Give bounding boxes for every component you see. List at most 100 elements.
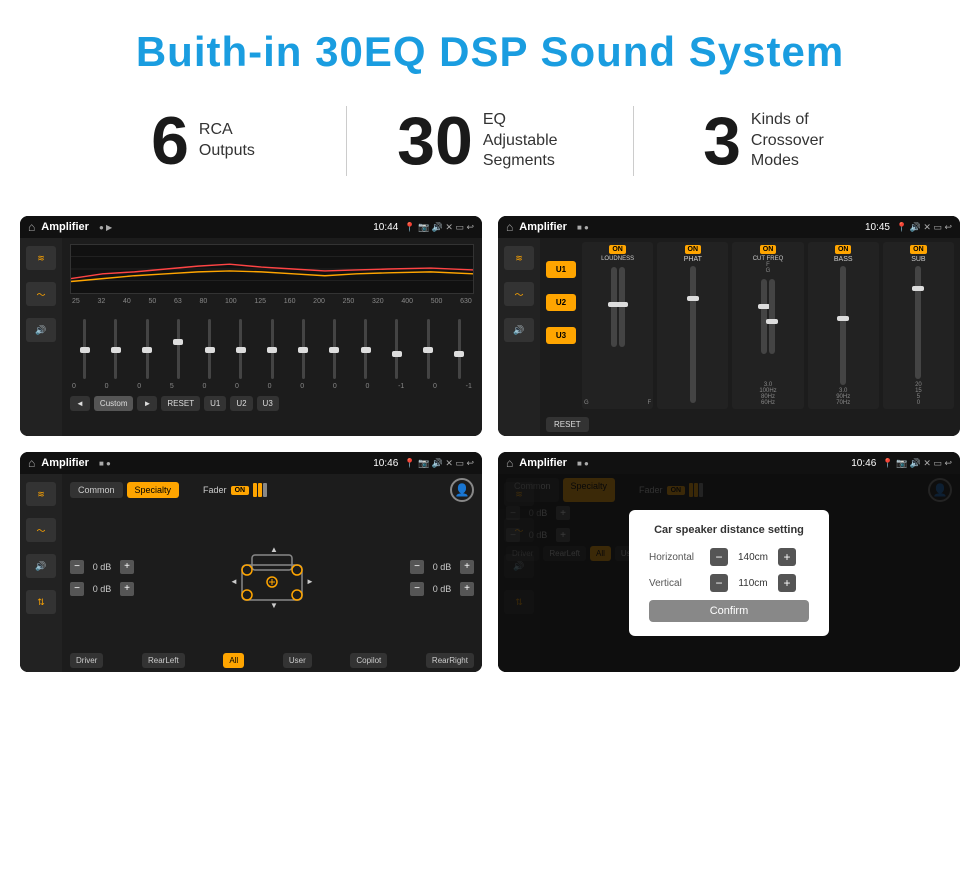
eq-u3-button[interactable]: U3 bbox=[257, 396, 279, 411]
amp-reset-button[interactable]: RESET bbox=[546, 417, 589, 432]
vol-minus-br[interactable]: − bbox=[410, 582, 424, 596]
status-icons-2: 📍 🔊 ✕ ▭ ↩ bbox=[896, 222, 952, 233]
right-vols: − 0 dB + − 0 dB + bbox=[410, 505, 474, 650]
eq-next-button[interactable]: ► bbox=[137, 396, 157, 411]
channel-cutfreq: ON CUT FREQ FG 3.0100Hz80Hz60H bbox=[732, 242, 803, 409]
stat-number-eq: 30 bbox=[397, 107, 473, 175]
loudness-slider-r[interactable] bbox=[619, 267, 625, 347]
app-name-3: Amplifier bbox=[41, 457, 89, 469]
eq-slider-3[interactable] bbox=[132, 319, 161, 379]
eq-bottom-controls: ◄ Custom ► RESET U1 U2 U3 bbox=[70, 396, 474, 411]
status-bar-3: ⌂ Amplifier ■ ● 10:46 📍 📷 🔊 ✕ ▭ ↩ bbox=[20, 452, 482, 474]
channel-sub-label: SUB bbox=[911, 256, 925, 263]
speaker-icon[interactable]: 🔊 bbox=[26, 318, 56, 342]
mixer-content: Common Specialty Fader ON 👤 bbox=[62, 474, 482, 672]
vol-plus-br[interactable]: + bbox=[460, 582, 474, 596]
arrows-icon-3[interactable]: ⇅ bbox=[26, 590, 56, 614]
loudness-scale: GF bbox=[584, 400, 651, 406]
eq-slider-11[interactable] bbox=[382, 319, 411, 379]
eq-icon-3[interactable]: ≋ bbox=[26, 482, 56, 506]
stat-text-crossover: Kinds of Crossover Modes bbox=[751, 110, 851, 172]
eq-slider-8[interactable] bbox=[289, 319, 318, 379]
vol-minus-tl[interactable]: − bbox=[70, 560, 84, 574]
eq-slider-5[interactable] bbox=[195, 319, 224, 379]
cutfreq-slider-r[interactable] bbox=[769, 279, 775, 354]
eq-slider-10[interactable] bbox=[351, 319, 380, 379]
eq-slider-12[interactable] bbox=[414, 319, 443, 379]
specialty-tab[interactable]: Specialty bbox=[127, 482, 180, 498]
bass-slider[interactable] bbox=[840, 266, 846, 385]
eq-icon[interactable]: ≋ bbox=[26, 246, 56, 270]
wave-icon[interactable]: 〜 bbox=[26, 282, 56, 306]
user-button[interactable]: User bbox=[283, 653, 312, 668]
distance-dialog: Car speaker distance setting Horizontal … bbox=[629, 510, 829, 636]
rearright-button[interactable]: RearRight bbox=[426, 653, 474, 668]
sub-slider[interactable] bbox=[915, 266, 921, 379]
vol-item-tr: − 0 dB + bbox=[410, 560, 474, 574]
loudness-slider-l[interactable] bbox=[611, 267, 617, 347]
eq-main: 2532405063 80100125160200 25032040050063… bbox=[62, 238, 482, 436]
eq-u2-button[interactable]: U2 bbox=[230, 396, 252, 411]
on-badge-sub: ON bbox=[910, 245, 927, 254]
eq-slider-6[interactable] bbox=[226, 319, 255, 379]
vol-plus-tl[interactable]: + bbox=[120, 560, 134, 574]
horizontal-plus[interactable]: + bbox=[778, 548, 796, 566]
status-icons-1: 📍 📷 🔊 ✕ ▭ ↩ bbox=[404, 222, 474, 233]
home-icon-3: ⌂ bbox=[28, 456, 35, 470]
driver-button[interactable]: Driver bbox=[70, 653, 103, 668]
on-toggle[interactable]: ON bbox=[231, 486, 250, 495]
all-button[interactable]: All bbox=[223, 653, 244, 668]
eq-u1-button[interactable]: U1 bbox=[204, 396, 226, 411]
loudness-sliders bbox=[611, 265, 625, 397]
stat-number-crossover: 3 bbox=[703, 107, 741, 175]
dots-1: ● ▶ bbox=[99, 223, 112, 232]
u2-button[interactable]: U2 bbox=[546, 294, 576, 311]
eq-reset-button[interactable]: RESET bbox=[161, 396, 200, 411]
channel-bass: ON BASS 3.090Hz70Hz bbox=[808, 242, 879, 409]
eq-values: 00050 00000 -10-1 bbox=[70, 383, 474, 390]
time-3: 10:46 bbox=[373, 458, 398, 469]
eq-slider-4[interactable] bbox=[164, 319, 193, 379]
eq-custom-button[interactable]: Custom bbox=[94, 396, 134, 411]
eq-slider-2[interactable] bbox=[101, 319, 130, 379]
dots-3: ■ ● bbox=[99, 459, 111, 468]
rearleft-button[interactable]: RearLeft bbox=[142, 653, 185, 668]
vol-minus-bl[interactable]: − bbox=[70, 582, 84, 596]
common-tab[interactable]: Common bbox=[70, 482, 123, 498]
eq-slider-7[interactable] bbox=[257, 319, 286, 379]
mixer-center: − 0 dB + − 0 dB + bbox=[70, 505, 474, 650]
speaker-icon-3[interactable]: 🔊 bbox=[26, 554, 56, 578]
vol-value-bl: 0 dB bbox=[88, 584, 116, 594]
phat-slider[interactable] bbox=[690, 266, 696, 403]
vol-minus-tr[interactable]: − bbox=[410, 560, 424, 574]
eq-prev-button[interactable]: ◄ bbox=[70, 396, 90, 411]
eq-slider-1[interactable] bbox=[70, 319, 99, 379]
home-icon-2: ⌂ bbox=[506, 220, 513, 234]
mixer-bottom: Driver RearLeft All User Copilot RearRig… bbox=[70, 653, 474, 668]
eq-slider-9[interactable] bbox=[320, 319, 349, 379]
vertical-minus[interactable]: − bbox=[710, 574, 728, 592]
on-badge-bass: ON bbox=[835, 245, 852, 254]
horizontal-minus[interactable]: − bbox=[710, 548, 728, 566]
wave-icon-2[interactable]: 〜 bbox=[504, 282, 534, 306]
copilot-button[interactable]: Copilot bbox=[350, 653, 387, 668]
speaker-icon-2[interactable]: 🔊 bbox=[504, 318, 534, 342]
eq-slider-13[interactable] bbox=[445, 319, 474, 379]
eq-icon-2[interactable]: ≋ bbox=[504, 246, 534, 270]
screen1-inner: ≋ 〜 🔊 bbox=[20, 238, 482, 436]
stat-text-eq: EQ Adjustable Segments bbox=[483, 110, 583, 172]
dialog-overlay: Car speaker distance setting Horizontal … bbox=[498, 474, 960, 672]
u3-button[interactable]: U3 bbox=[546, 327, 576, 344]
status-bar-4: ⌂ Amplifier ■ ● 10:46 📍 📷 🔊 ✕ ▭ ↩ bbox=[498, 452, 960, 474]
u1-button[interactable]: U1 bbox=[546, 261, 576, 278]
confirm-button[interactable]: Confirm bbox=[649, 600, 809, 622]
wave-icon-3[interactable]: 〜 bbox=[26, 518, 56, 542]
vol-plus-bl[interactable]: + bbox=[120, 582, 134, 596]
person-icon[interactable]: 👤 bbox=[450, 478, 474, 502]
cutfreq-slider-l[interactable] bbox=[761, 279, 767, 354]
cutfreq-sliders bbox=[761, 277, 775, 379]
vertical-plus[interactable]: + bbox=[778, 574, 796, 592]
channel-bass-header: ON bbox=[835, 245, 852, 254]
vol-plus-tr[interactable]: + bbox=[460, 560, 474, 574]
fader-bar-1 bbox=[253, 483, 257, 497]
